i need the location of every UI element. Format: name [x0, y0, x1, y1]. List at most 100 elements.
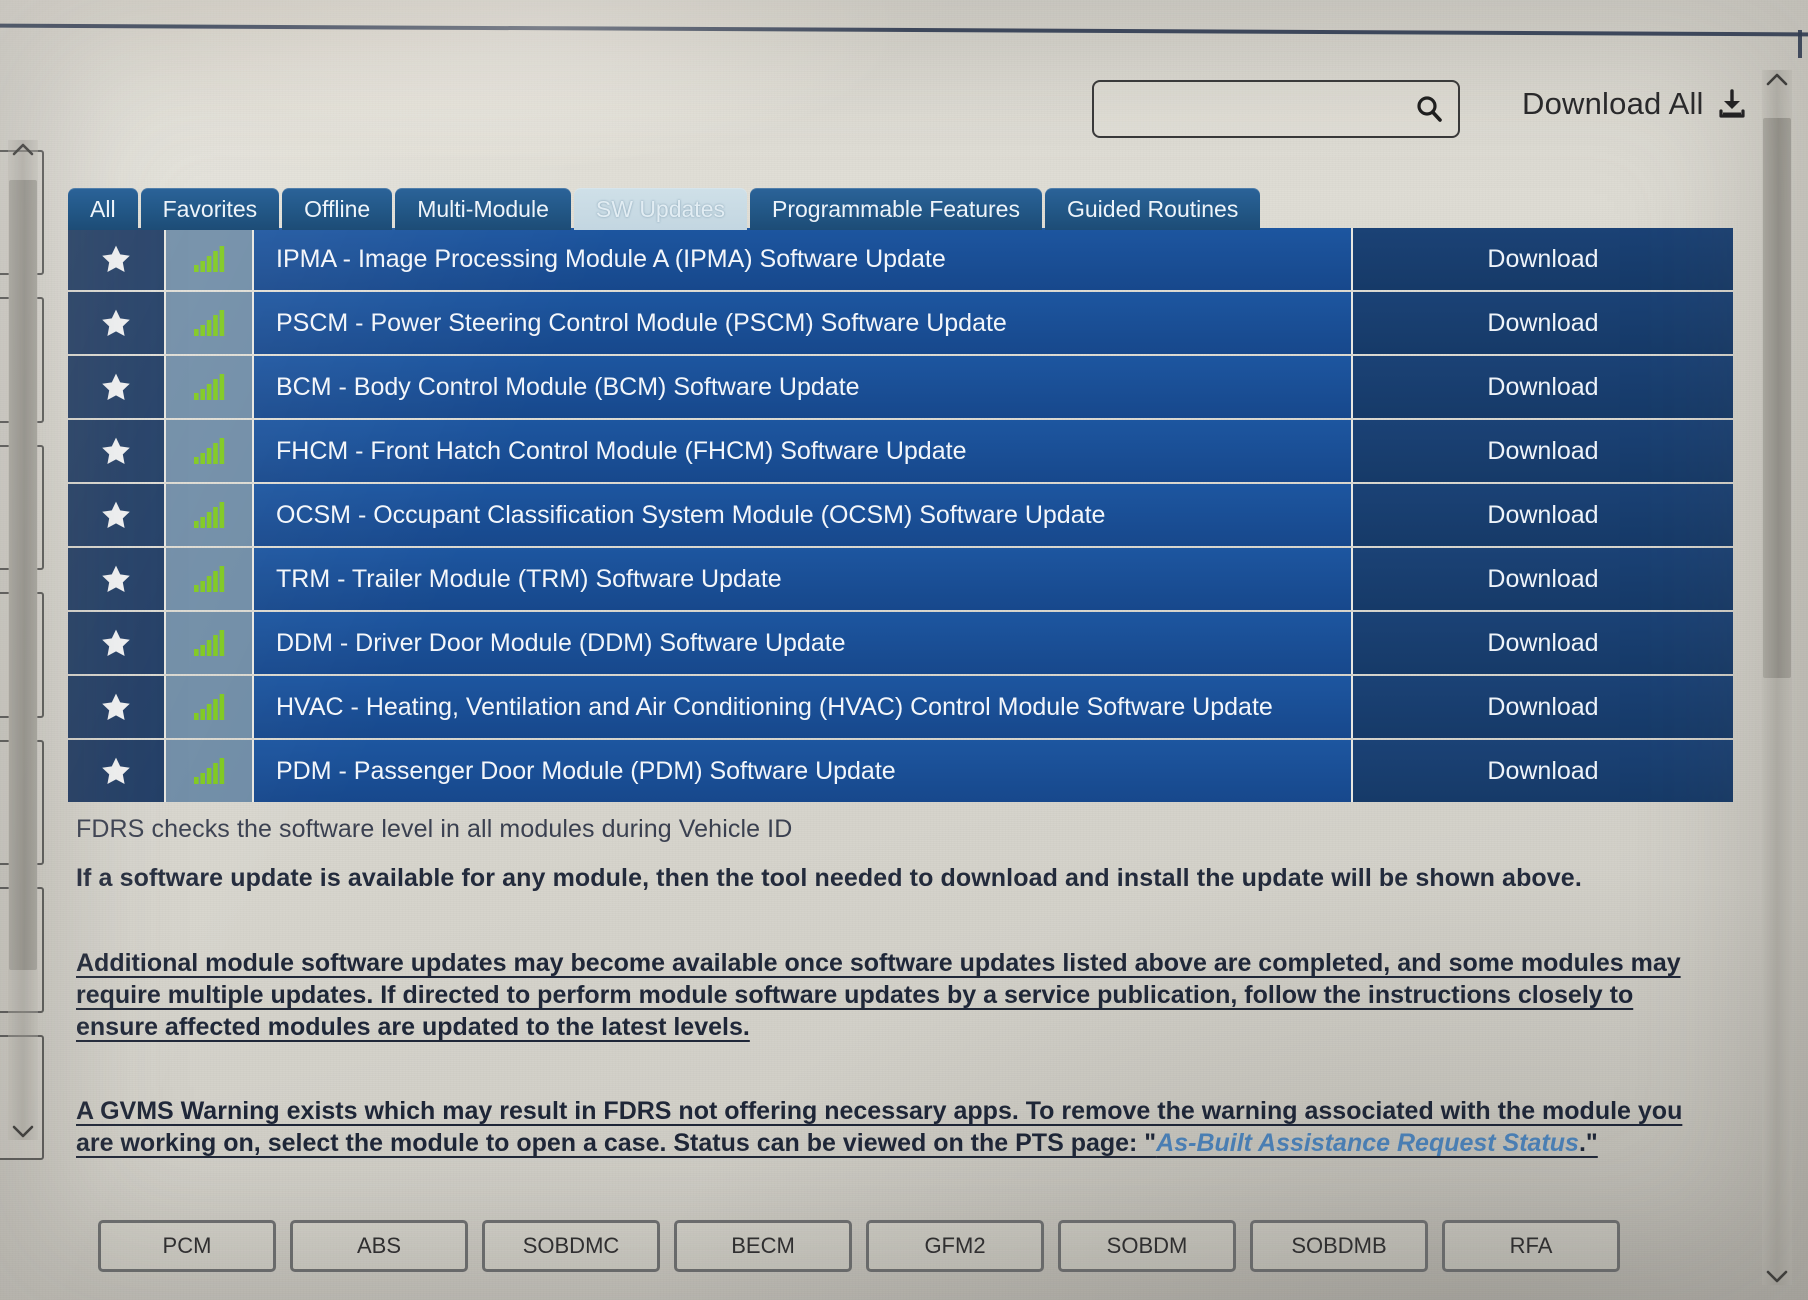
download-button[interactable]: Download [1353, 548, 1733, 610]
download-button[interactable]: Download [1353, 676, 1733, 738]
module-button-label: ABS [356, 1233, 402, 1258]
module-button-label: RFA [1509, 1233, 1553, 1258]
star-icon[interactable] [100, 755, 132, 787]
module-title-label: DDM - Driver Door Module (DDM) Software … [276, 628, 846, 657]
chevron-up-icon[interactable] [1766, 72, 1788, 86]
download-button[interactable]: Download [1353, 228, 1733, 290]
tab-multi-module[interactable]: Multi-Module [395, 188, 571, 230]
module-title-cell[interactable]: BCM - Body Control Module (BCM) Software… [254, 356, 1353, 418]
table-row[interactable]: TRM - Trailer Module (TRM) Software Upda… [68, 548, 1733, 610]
star-icon[interactable] [100, 499, 132, 531]
module-title-label: IPMA - Image Processing Module A (IPMA) … [276, 244, 946, 273]
favorite-toggle-cell[interactable] [68, 420, 166, 482]
tab-programmable-features[interactable]: Programmable Features [749, 188, 1042, 230]
star-icon[interactable] [100, 243, 132, 275]
tab-guided-routines[interactable]: Guided Routines [1044, 188, 1261, 230]
tab-label: Programmable Features [771, 195, 1020, 222]
as-built-assistance-link[interactable]: As-Built Assistance Request Status [1156, 1129, 1579, 1157]
tab-sw-updates[interactable]: SW Updates [573, 188, 747, 230]
module-button-sobdmb[interactable]: SOBDMB [1250, 1220, 1428, 1272]
module-title-cell[interactable]: PSCM - Power Steering Control Module (PS… [254, 292, 1353, 354]
table-row[interactable]: FHCM - Front Hatch Control Module (FHCM)… [68, 420, 1733, 482]
module-button-abs[interactable]: ABS [290, 1220, 468, 1272]
download-button-label: Download [1487, 500, 1599, 529]
module-button-rfa[interactable]: RFA [1442, 1220, 1620, 1272]
download-icon [1718, 89, 1746, 119]
left-scrollbar-thumb[interactable] [9, 180, 37, 970]
module-title-cell[interactable]: HVAC - Heating, Ventilation and Air Cond… [254, 676, 1353, 738]
left-scrollbar[interactable] [8, 140, 38, 1140]
search-box[interactable] [1092, 80, 1460, 138]
signal-strength-cell [166, 612, 254, 674]
favorite-toggle-cell[interactable] [68, 356, 166, 418]
module-update-table: IPMA - Image Processing Module A (IPMA) … [68, 228, 1733, 804]
signal-bars-icon [194, 310, 225, 336]
chevron-down-icon[interactable] [12, 1124, 34, 1138]
favorite-toggle-cell[interactable] [68, 292, 166, 354]
module-button-label: PCM [162, 1233, 212, 1258]
module-title-label: BCM - Body Control Module (BCM) Software… [276, 372, 860, 401]
download-button-label: Download [1487, 564, 1599, 593]
download-button[interactable]: Download [1353, 356, 1733, 418]
module-button-becm[interactable]: BECM [674, 1220, 852, 1272]
module-button-sobdmc[interactable]: SOBDMC [482, 1220, 660, 1272]
right-scrollbar[interactable] [1762, 70, 1792, 1285]
favorite-toggle-cell[interactable] [68, 740, 166, 802]
signal-strength-cell [166, 740, 254, 802]
download-all-label: Download All [1522, 86, 1704, 121]
module-title-cell[interactable]: TRM - Trailer Module (TRM) Software Upda… [254, 548, 1353, 610]
download-button[interactable]: Download [1353, 740, 1733, 802]
download-button[interactable]: Download [1353, 484, 1733, 546]
module-title-cell[interactable]: FHCM - Front Hatch Control Module (FHCM)… [254, 420, 1353, 482]
chevron-down-icon[interactable] [1766, 1269, 1788, 1283]
tab-offline[interactable]: Offline [282, 188, 393, 230]
favorite-toggle-cell[interactable] [68, 548, 166, 610]
star-icon[interactable] [100, 435, 132, 467]
table-row[interactable]: DDM - Driver Door Module (DDM) Software … [68, 612, 1733, 674]
favorite-toggle-cell[interactable] [68, 228, 166, 290]
download-all-button[interactable]: Download All [1522, 86, 1746, 122]
table-row[interactable]: PSCM - Power Steering Control Module (PS… [68, 292, 1733, 354]
star-icon[interactable] [100, 371, 132, 403]
table-row[interactable]: IPMA - Image Processing Module A (IPMA) … [68, 228, 1733, 290]
module-button-pcm[interactable]: PCM [98, 1220, 276, 1272]
module-title-cell[interactable]: OCSM - Occupant Classification System Mo… [254, 484, 1353, 546]
tab-all[interactable]: All [68, 188, 138, 230]
favorite-toggle-cell[interactable] [68, 612, 166, 674]
search-input[interactable] [1108, 97, 1414, 121]
module-title-cell[interactable]: IPMA - Image Processing Module A (IPMA) … [254, 228, 1353, 290]
signal-bars-icon [194, 438, 225, 464]
module-title-cell[interactable]: PDM - Passenger Door Module (PDM) Softwa… [254, 740, 1353, 802]
module-title-label: FHCM - Front Hatch Control Module (FHCM)… [276, 436, 967, 465]
tab-label: Offline [304, 195, 371, 222]
star-icon[interactable] [100, 307, 132, 339]
table-row[interactable]: OCSM - Occupant Classification System Mo… [68, 484, 1733, 546]
search-icon[interactable] [1414, 94, 1444, 124]
download-button[interactable]: Download [1353, 292, 1733, 354]
tab-favorites[interactable]: Favorites [140, 188, 280, 230]
favorite-toggle-cell[interactable] [68, 676, 166, 738]
right-scrollbar-thumb[interactable] [1763, 118, 1791, 678]
download-button-label: Download [1487, 756, 1599, 785]
download-button-label: Download [1487, 692, 1599, 721]
table-row[interactable]: BCM - Body Control Module (BCM) Software… [68, 356, 1733, 418]
info-line-update-available: If a software update is available for an… [76, 864, 1582, 892]
download-button-label: Download [1487, 372, 1599, 401]
module-button-sobdm[interactable]: SOBDM [1058, 1220, 1236, 1272]
star-icon[interactable] [100, 691, 132, 723]
module-button-label: BECM [731, 1233, 795, 1258]
signal-bars-icon [194, 566, 225, 592]
signal-strength-cell [166, 676, 254, 738]
table-row[interactable]: HVAC - Heating, Ventilation and Air Cond… [68, 676, 1733, 738]
module-title-cell[interactable]: DDM - Driver Door Module (DDM) Software … [254, 612, 1353, 674]
module-button-gfm2[interactable]: GFM2 [866, 1220, 1044, 1272]
signal-bars-icon [194, 246, 225, 272]
star-icon[interactable] [100, 627, 132, 659]
download-button[interactable]: Download [1353, 420, 1733, 482]
signal-bars-icon [194, 758, 225, 784]
download-button[interactable]: Download [1353, 612, 1733, 674]
favorite-toggle-cell[interactable] [68, 484, 166, 546]
chevron-up-icon[interactable] [12, 142, 34, 156]
table-row[interactable]: PDM - Passenger Door Module (PDM) Softwa… [68, 740, 1733, 802]
star-icon[interactable] [100, 563, 132, 595]
